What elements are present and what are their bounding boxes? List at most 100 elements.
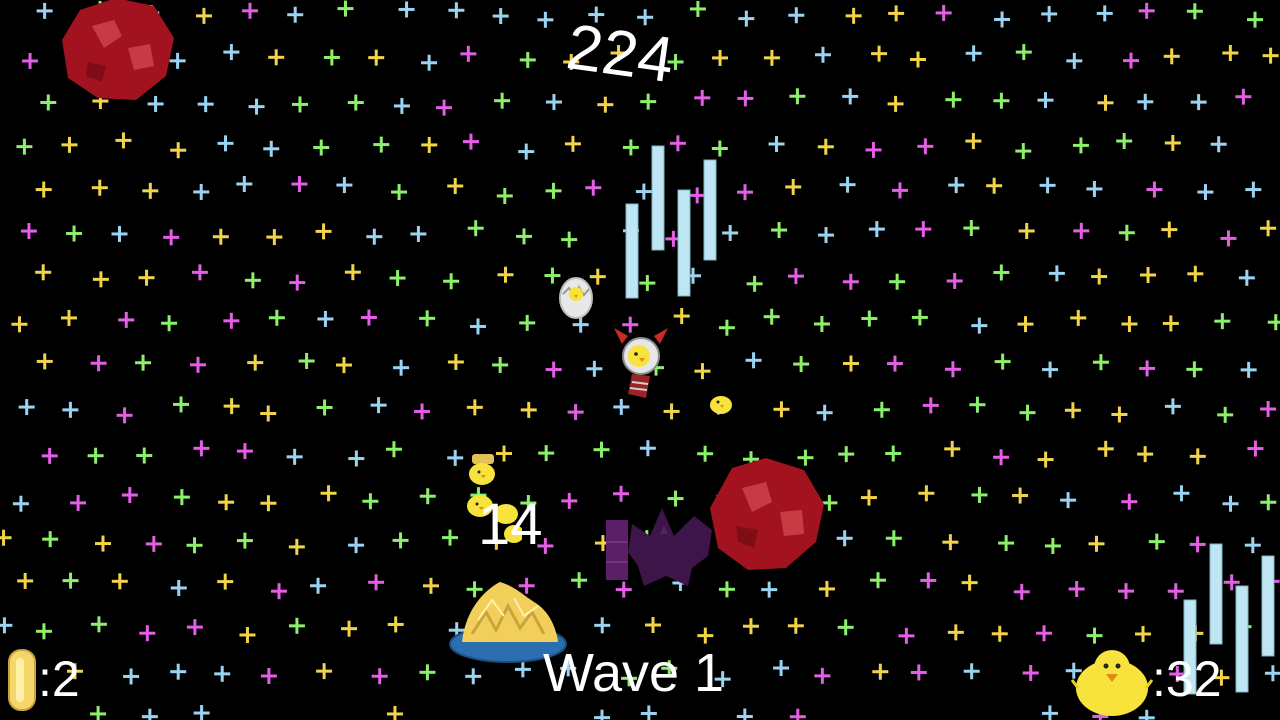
star: [22, 52, 39, 69]
star: [316, 399, 333, 416]
star: [1048, 265, 1065, 282]
star: [1186, 361, 1203, 378]
star: [1018, 222, 1035, 239]
star: [161, 315, 178, 332]
star: [886, 355, 903, 372]
star: [139, 625, 156, 642]
star: [887, 95, 904, 112]
star: [948, 177, 965, 194]
star: [1146, 181, 1163, 198]
star: [742, 618, 759, 635]
star: [885, 445, 902, 462]
star: [317, 310, 334, 327]
star: [121, 487, 138, 504]
star: [212, 228, 229, 245]
star: [344, 264, 361, 281]
combo-counter: 14: [478, 492, 543, 557]
star: [1135, 626, 1152, 643]
chick-small-right: [710, 396, 732, 414]
star: [60, 309, 77, 326]
star: [813, 315, 830, 332]
star: [173, 489, 190, 506]
star: [920, 572, 937, 589]
star: [1097, 440, 1114, 457]
star: [1247, 440, 1264, 457]
star: [594, 709, 611, 720]
star: [1238, 269, 1255, 286]
star: [993, 264, 1010, 281]
star: [442, 529, 459, 546]
star: [447, 354, 464, 371]
star: [516, 228, 533, 245]
star: [316, 663, 333, 680]
star: [842, 355, 859, 372]
star: [993, 449, 1010, 466]
star: [1197, 184, 1214, 201]
star: [718, 581, 735, 598]
star: [40, 94, 57, 111]
wave-label: Wave 1: [543, 643, 725, 703]
star: [1137, 93, 1154, 110]
star: [1070, 309, 1087, 326]
coin-icon: [8, 649, 36, 711]
star: [722, 224, 739, 241]
star: [1060, 492, 1077, 509]
star: [263, 140, 280, 157]
star: [789, 88, 806, 105]
star: [663, 403, 680, 420]
star: [1116, 133, 1133, 150]
star: [1096, 5, 1113, 22]
star: [718, 319, 735, 336]
star: [885, 530, 902, 547]
star: [111, 225, 128, 242]
star: [1041, 5, 1058, 22]
star: [496, 187, 513, 204]
star: [639, 440, 656, 457]
star: [737, 90, 754, 107]
star: [1091, 268, 1108, 285]
star: [1092, 354, 1109, 371]
star: [1111, 406, 1128, 423]
star: [236, 176, 253, 193]
star: [248, 98, 265, 115]
star: [492, 8, 509, 25]
star: [817, 138, 834, 155]
star: [787, 268, 804, 285]
star: [62, 572, 79, 589]
star: [761, 581, 778, 598]
star: [239, 626, 256, 643]
star: [244, 272, 261, 289]
star: [773, 401, 790, 418]
star: [594, 617, 611, 634]
star: [537, 11, 554, 28]
star: [135, 354, 152, 371]
star: [1066, 52, 1083, 69]
star: [593, 441, 610, 458]
star: [17, 572, 34, 589]
star: [214, 665, 231, 682]
star: [771, 222, 788, 239]
star: [1163, 48, 1180, 65]
star: [865, 141, 882, 158]
star: [163, 229, 180, 246]
star: [736, 708, 753, 720]
star: [298, 352, 315, 369]
star: [871, 45, 888, 62]
chick-icon: [1070, 650, 1154, 716]
star: [218, 494, 235, 511]
star: [694, 363, 711, 380]
star: [447, 178, 464, 195]
star: [41, 447, 58, 464]
star: [35, 264, 52, 281]
star: [870, 572, 887, 589]
star: [436, 99, 453, 116]
star: [323, 49, 340, 66]
star: [223, 44, 240, 61]
star: [236, 443, 253, 460]
star: [90, 705, 107, 720]
star: [1015, 143, 1032, 160]
star: [118, 311, 135, 328]
star: [90, 355, 107, 372]
star: [217, 573, 234, 590]
star: [335, 357, 352, 374]
